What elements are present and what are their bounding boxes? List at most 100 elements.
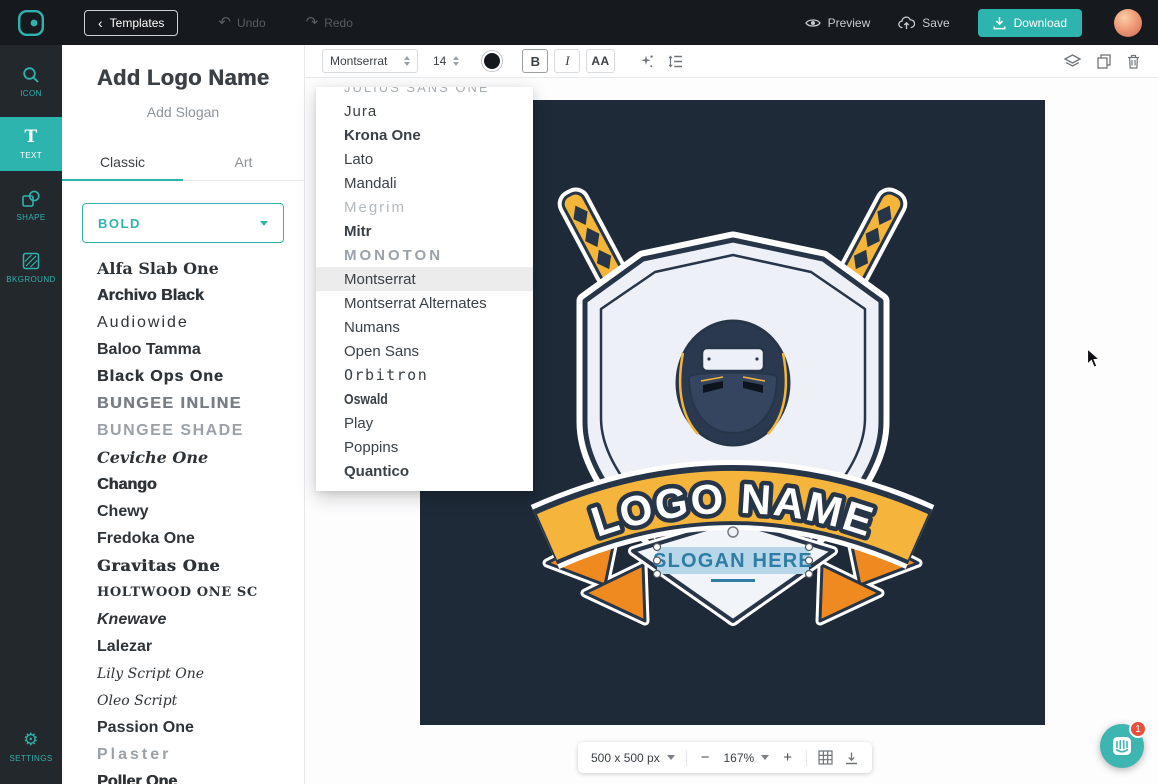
font-option[interactable]: Quantico xyxy=(316,459,533,483)
text-panel: Add Logo Name Add Slogan Classic Art BOL… xyxy=(62,45,305,784)
redo-button[interactable]: ↷ Redo xyxy=(306,15,353,30)
left-rail: ICON T TEXT SHAPE BKGROUND ⚙ SETTINGS xyxy=(0,45,62,784)
layers-button[interactable] xyxy=(1064,53,1081,69)
canvas-size-dropdown[interactable]: 500 x 500 px xyxy=(591,751,675,765)
add-logo-name-button[interactable]: Add Logo Name xyxy=(62,65,304,91)
sidebar-item-icon[interactable]: ICON xyxy=(0,55,62,109)
font-list-item[interactable]: Ceviche One xyxy=(62,444,304,471)
preview-label: Preview xyxy=(827,15,871,30)
app-logo[interactable] xyxy=(0,9,62,37)
background-icon xyxy=(22,252,40,270)
font-size-select[interactable]: 14 xyxy=(433,54,460,68)
font-option[interactable]: Montserrat xyxy=(316,267,533,291)
font-option-label: Mandali xyxy=(344,174,397,192)
line-spacing-button[interactable] xyxy=(668,55,683,68)
font-list-item[interactable]: Passion One xyxy=(62,714,304,741)
delete-button[interactable] xyxy=(1127,54,1140,69)
font-option[interactable]: Oswald xyxy=(316,387,533,411)
font-option-label: Quantico xyxy=(344,462,410,480)
sparkle-icon xyxy=(640,54,653,67)
font-list-item[interactable]: Chango xyxy=(62,471,304,498)
zoom-in-button[interactable]: + xyxy=(780,749,795,766)
slogan-underline xyxy=(711,579,755,582)
font-option-label: Julius Sans One xyxy=(344,87,490,95)
user-avatar[interactable] xyxy=(1114,8,1142,37)
font-list-item[interactable]: Archivo Black xyxy=(62,282,304,309)
download-button[interactable]: Download xyxy=(977,8,1082,37)
font-option[interactable]: Open Sans xyxy=(316,339,533,363)
font-option[interactable]: Monoton xyxy=(316,243,533,267)
font-option[interactable]: Montserrat Alternates xyxy=(316,291,533,315)
font-option[interactable]: Numans xyxy=(316,315,533,339)
grid-toggle-button[interactable] xyxy=(818,750,833,765)
add-slogan-button[interactable]: Add Slogan xyxy=(62,104,304,120)
font-category-dropdown[interactable]: BOLD xyxy=(82,203,284,243)
canvas-controls: 500 x 500 px − 167% + xyxy=(578,742,872,773)
font-option[interactable]: Play xyxy=(316,411,533,435)
rotate-handle[interactable] xyxy=(727,526,739,538)
font-list-item[interactable]: Fredoka One xyxy=(62,525,304,552)
font-list-item[interactable]: Gravitas One xyxy=(62,552,304,579)
font-size-value: 14 xyxy=(433,54,447,68)
font-list-item[interactable]: Lalezar xyxy=(62,633,304,660)
font-list-item-label: Oleo Script xyxy=(97,692,178,709)
font-option[interactable]: Megrim xyxy=(316,195,533,219)
sidebar-item-settings[interactable]: ⚙ SETTINGS xyxy=(0,720,62,774)
uppercase-button[interactable]: AA xyxy=(586,49,615,73)
zoom-level-dropdown[interactable]: 167% xyxy=(723,751,770,765)
templates-button[interactable]: ‹ Templates xyxy=(84,9,179,36)
text-color-swatch[interactable] xyxy=(482,51,503,71)
ninja-logo-artwork[interactable]: LOGO NAME LOGO NAME SLOGAN HERE xyxy=(525,185,940,630)
font-option-label: Orbitron xyxy=(344,366,429,384)
snap-button[interactable] xyxy=(844,751,859,765)
font-list-item-label: Baloo Tamma xyxy=(97,340,201,358)
font-list-item-label: Fredoka One xyxy=(97,529,195,547)
preview-button[interactable]: Preview xyxy=(804,15,871,30)
font-list-item[interactable]: Black Ops One xyxy=(62,363,304,390)
chat-button[interactable]: 1 xyxy=(1100,720,1147,768)
font-option[interactable]: Mitr xyxy=(316,219,533,243)
font-option[interactable]: Poppins xyxy=(316,435,533,459)
font-list-item[interactable]: BUNGEE SHADE xyxy=(62,417,304,444)
slogan-text[interactable]: SLOGAN HERE xyxy=(653,550,813,572)
save-label: Save xyxy=(922,15,950,30)
font-list-item[interactable]: Poller One xyxy=(62,768,304,784)
zoom-out-button[interactable]: − xyxy=(698,749,713,766)
font-list-item[interactable]: Alfa Slab One xyxy=(62,255,304,282)
italic-button[interactable]: I xyxy=(554,49,581,73)
font-list-item[interactable]: Oleo Script xyxy=(62,687,304,714)
duplicate-button[interactable] xyxy=(1097,53,1111,69)
font-option[interactable]: Lato xyxy=(316,147,533,171)
sidebar-item-label: BKGROUND xyxy=(6,275,56,284)
font-option-label: Lato xyxy=(344,150,374,168)
font-option[interactable]: Jura xyxy=(316,99,533,123)
font-option-label: Play xyxy=(344,414,374,432)
font-option[interactable]: Krona One xyxy=(316,123,533,147)
undo-icon: ↶ xyxy=(218,13,231,31)
save-button[interactable]: Save xyxy=(898,15,950,30)
bold-button[interactable]: B xyxy=(522,49,549,73)
font-list-item[interactable]: Audiowide xyxy=(62,309,304,336)
undo-button[interactable]: ↶ Undo xyxy=(218,15,265,30)
font-option[interactable]: Julius Sans One xyxy=(316,87,533,99)
font-option[interactable]: Mandali xyxy=(316,171,533,195)
font-list-item[interactable]: Knewave xyxy=(62,606,304,633)
font-list-item[interactable]: Lily Script One xyxy=(62,660,304,687)
align-bottom-icon xyxy=(845,752,857,764)
sidebar-item-shape[interactable]: SHAPE xyxy=(0,179,62,233)
font-family-select[interactable]: Montserrat xyxy=(322,49,418,73)
search-icon xyxy=(23,67,39,83)
font-list-item[interactable]: HOLTWOOD ONE SC xyxy=(62,579,304,606)
font-option-label: Jura xyxy=(344,102,378,120)
sidebar-item-bkground[interactable]: BKGROUND xyxy=(0,241,62,295)
font-list-item[interactable]: Plaster xyxy=(62,741,304,768)
font-option-label: Montserrat xyxy=(344,270,416,288)
tab-classic[interactable]: Classic xyxy=(62,145,183,181)
tab-art[interactable]: Art xyxy=(183,145,304,180)
font-list-item[interactable]: Baloo Tamma xyxy=(62,336,304,363)
effects-button[interactable] xyxy=(639,54,654,69)
sidebar-item-text[interactable]: T TEXT xyxy=(0,117,62,171)
font-option[interactable]: Orbitron xyxy=(316,363,533,387)
font-list-item[interactable]: Chewy xyxy=(62,498,304,525)
font-list-item[interactable]: BUNGEE INLINE xyxy=(62,390,304,417)
